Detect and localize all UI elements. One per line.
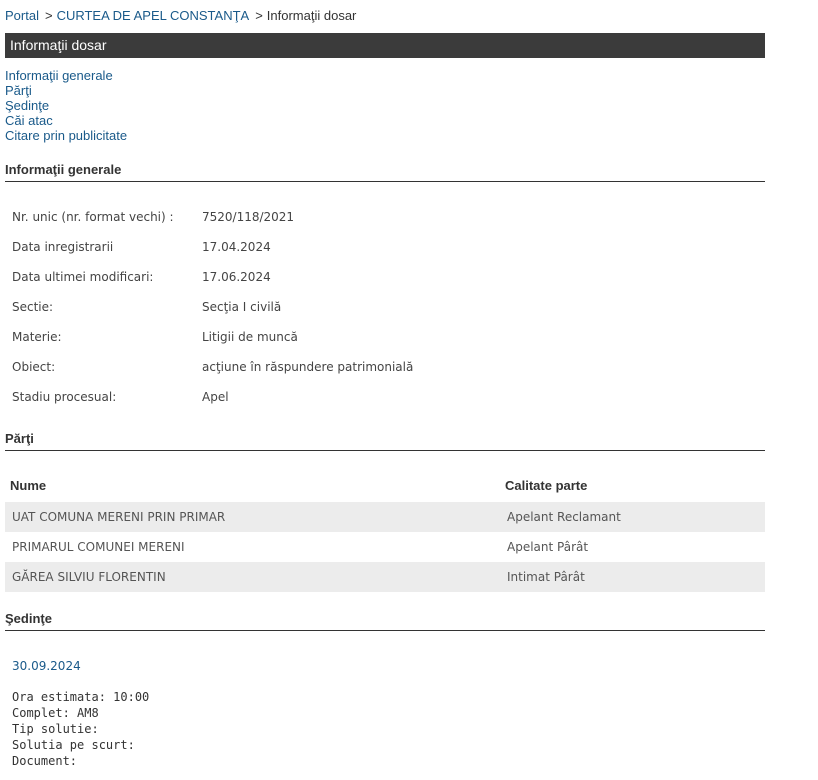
hearing-detail-line: Solutia pe scurt:	[12, 738, 135, 752]
hearing-details: Ora estimata: 10:00 Complet: AM8 Tip sol…	[12, 689, 149, 769]
hearing-detail-line: Tip solutie:	[12, 722, 99, 736]
info-label: Obiect:	[12, 360, 56, 374]
breadcrumb-current: Informaţii dosar	[266, 8, 357, 23]
info-value: acţiune în răspundere patrimonială	[202, 360, 414, 374]
column-header-nume: Nume	[10, 478, 47, 493]
section-nav: Informaţii generale Părţi Şedinţe Căi at…	[5, 68, 127, 143]
nav-link-parti[interactable]: Părţi	[5, 83, 127, 98]
info-value: 7520/118/2021	[202, 210, 295, 224]
breadcrumb: Portal > CURTEA DE APEL CONSTANŢA > Informaţ…	[5, 8, 356, 23]
page-title-bar: Informaţii dosar	[5, 33, 765, 58]
party-name: UAT COMUNA MERENI PRIN PRIMAR	[12, 510, 226, 524]
info-label: Sectie:	[12, 300, 54, 314]
breadcrumb-separator: >	[255, 8, 263, 23]
section-heading-sedinte: Şedinţe	[5, 611, 765, 631]
info-label: Stadiu procesual:	[12, 390, 117, 404]
party-role: Apelant Pârât	[507, 540, 589, 554]
info-value: Apel	[202, 390, 229, 404]
party-name: GĂREA SILVIU FLORENTIN	[12, 570, 166, 584]
hearing-detail-line: Complet: AM8	[12, 706, 99, 720]
nav-link-informatii-generale[interactable]: Informaţii generale	[5, 68, 127, 83]
info-value: 17.06.2024	[202, 270, 271, 284]
table-row: PRIMARUL COMUNEI MERENI Apelant Pârât	[5, 532, 765, 562]
breadcrumb-separator: >	[44, 8, 53, 23]
nav-link-cai-atac[interactable]: Căi atac	[5, 113, 127, 128]
info-value: Litigii de muncă	[202, 330, 298, 344]
page-title: Informaţii dosar	[10, 37, 107, 53]
section-heading-general: Informaţii generale	[5, 162, 765, 182]
column-header-calitate: Calitate parte	[505, 478, 588, 493]
hearing-detail-line: Ora estimata: 10:00	[12, 690, 150, 704]
info-label: Materie:	[12, 330, 62, 344]
info-label: Data ultimei modificari:	[12, 270, 154, 284]
hearing-detail-line: Document:	[12, 754, 78, 768]
nav-link-citare-publicitate[interactable]: Citare prin publicitate	[5, 128, 127, 143]
info-label: Nr. unic (nr. format vechi) :	[12, 210, 174, 224]
section-heading-parti: Părţi	[5, 431, 765, 451]
info-value: Secţia I civilă	[202, 300, 282, 314]
table-row: GĂREA SILVIU FLORENTIN Intimat Pârât	[5, 562, 765, 592]
party-role: Apelant Reclamant	[507, 510, 621, 524]
breadcrumb-portal-link[interactable]: Portal	[5, 8, 39, 23]
party-role: Intimat Pârât	[507, 570, 585, 584]
breadcrumb-court-link[interactable]: CURTEA DE APEL CONSTANŢA	[57, 8, 250, 23]
info-value: 17.04.2024	[202, 240, 271, 254]
table-row: UAT COMUNA MERENI PRIN PRIMAR Apelant Re…	[5, 502, 765, 532]
hearing-date-link[interactable]: 30.09.2024	[12, 659, 81, 673]
party-name: PRIMARUL COMUNEI MERENI	[12, 540, 185, 554]
nav-link-sedinte[interactable]: Şedinţe	[5, 98, 127, 113]
info-label: Data inregistrarii	[12, 240, 114, 254]
